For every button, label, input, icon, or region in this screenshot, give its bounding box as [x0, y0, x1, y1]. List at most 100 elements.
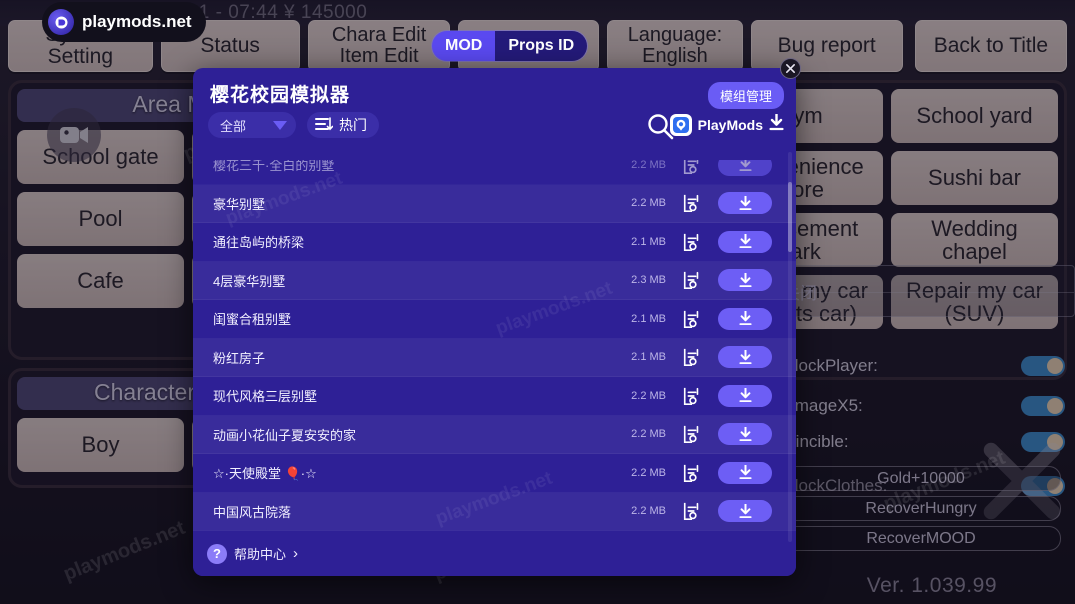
- action-button-gold[interactable]: Gold+10000: [781, 466, 1061, 491]
- playmods-app-chip[interactable]: PlayMods: [669, 112, 784, 136]
- close-icon[interactable]: [780, 58, 801, 79]
- mod-size: 2.2 MB: [631, 389, 666, 402]
- location-button-sushi-bar[interactable]: Sushi bar: [891, 151, 1058, 205]
- playmods-app-icon: [669, 114, 692, 136]
- list-scrollbar[interactable]: [788, 152, 792, 542]
- mod-detail-icon[interactable]: [682, 270, 702, 290]
- table-row[interactable]: 通往岛屿的桥梁 2.1 MB: [193, 223, 796, 262]
- playmods-app-label: PlayMods: [697, 117, 763, 133]
- topbar-button-chara-edit[interactable]: Chara Edit Item Edit: [307, 20, 451, 72]
- mod-detail-icon[interactable]: [682, 309, 702, 329]
- mod-size: 2.3 MB: [631, 274, 666, 287]
- mod-name: 中国风古院落: [213, 504, 292, 520]
- character-option-boy[interactable]: Boy: [17, 418, 184, 472]
- close-overlay-divider: [771, 292, 1074, 293]
- help-question-icon: ?: [207, 543, 227, 564]
- mod-name: ☆·天使殿堂 🎈·☆: [213, 466, 317, 482]
- table-row[interactable]: 粉红房子 2.1 MB: [193, 338, 796, 377]
- toggle-row-unlockplayer[interactable]: UnlockPlayer:: [769, 352, 1069, 380]
- topbar-button-language[interactable]: Language: English: [607, 20, 743, 72]
- table-row[interactable]: 中国风古院落 2.2 MB: [193, 492, 796, 530]
- mod-props-toggle[interactable]: MOD Props ID: [432, 31, 588, 61]
- table-row[interactable]: 动画小花仙子夏安安的家 2.2 MB: [193, 415, 796, 454]
- download-button[interactable]: [718, 269, 772, 292]
- mod-detail-icon[interactable]: [682, 501, 702, 521]
- modal-footer: ? 帮助中心 ›: [193, 530, 796, 576]
- action-button-recover-hungry[interactable]: RecoverHungry: [781, 496, 1061, 521]
- mod-detail-icon[interactable]: [682, 424, 702, 444]
- action-button-recover-mood[interactable]: RecoverMOOD: [781, 526, 1061, 551]
- download-button[interactable]: [718, 192, 772, 215]
- category-dropdown[interactable]: 全部: [208, 112, 296, 138]
- mod-size: 2.2 MB: [631, 466, 666, 479]
- table-row[interactable]: 4层豪华别墅 2.3 MB: [193, 261, 796, 300]
- mod-name: 粉红房子: [213, 350, 266, 366]
- mod-name: 闺蜜合租别墅: [213, 312, 292, 328]
- location-button-cafe[interactable]: Cafe: [17, 254, 184, 308]
- mod-size: 2.2 MB: [631, 158, 666, 171]
- sort-icon: [315, 116, 334, 135]
- sort-label: 热门: [339, 117, 367, 133]
- modal-filter-row: 全部 热门: [208, 112, 379, 138]
- mod-size: 2.1 MB: [631, 312, 666, 325]
- toggle-switch-unlockplayer[interactable]: [1021, 356, 1065, 376]
- sort-button[interactable]: 热门: [307, 112, 379, 138]
- mod-detail-icon[interactable]: [682, 347, 702, 367]
- mod-name: 通往岛屿的桥梁: [213, 235, 305, 251]
- location-button-wedding-chapel[interactable]: Wedding chapel: [891, 213, 1058, 267]
- quick-action-list: Gold+10000 RecoverHungry RecoverMOOD: [781, 466, 1061, 556]
- mod-detail-icon[interactable]: [682, 193, 702, 213]
- camera-icon[interactable]: [47, 108, 101, 162]
- download-button[interactable]: [718, 461, 772, 484]
- table-row[interactable]: 豪华别墅 2.2 MB: [193, 184, 796, 223]
- table-row[interactable]: 现代风格三层别墅 2.2 MB: [193, 377, 796, 416]
- playmods-brand-label: playmods.net: [82, 12, 192, 31]
- mod-name: 豪华别墅: [213, 196, 266, 212]
- topbar-button-chara-edit-label: Chara Edit Item Edit: [331, 24, 427, 67]
- modal-header: 樱花校园模拟器 模组管理 全部 热门 PlayMods: [193, 68, 796, 146]
- topbar-button-bug-report[interactable]: Bug report: [750, 20, 903, 72]
- download-button[interactable]: [718, 307, 772, 330]
- mod-name: 现代风格三层别墅: [213, 389, 318, 405]
- game-version-label: Ver. 1.039.99: [866, 574, 997, 597]
- mod-detail-icon[interactable]: [682, 386, 702, 406]
- mod-size: 2.2 MB: [631, 197, 666, 210]
- mod-size: 2.1 MB: [631, 351, 666, 364]
- playmods-logo-icon: [48, 9, 74, 35]
- mod-size: 2.1 MB: [631, 235, 666, 248]
- download-button[interactable]: [718, 500, 772, 523]
- mod-name: 动画小花仙子夏安安的家: [213, 427, 357, 443]
- chevron-right-icon[interactable]: ›: [293, 545, 298, 562]
- download-button[interactable]: [718, 384, 772, 407]
- mod-browser-modal: 樱花校园模拟器 模组管理 全部 热门 PlayMods 樱花三千·全白的别墅 2…: [193, 68, 796, 576]
- mod-name: 4层豪华别墅: [213, 273, 286, 289]
- table-row[interactable]: ☆·天使殿堂 🎈·☆ 2.2 MB: [193, 454, 796, 493]
- download-arrow-icon[interactable]: [769, 112, 784, 136]
- modal-title: 樱花校园模拟器: [210, 85, 351, 106]
- chevron-down-icon: [273, 118, 287, 133]
- props-id-segment[interactable]: Props ID: [495, 31, 588, 61]
- topbar-button-back-to-title[interactable]: Back to Title: [914, 20, 1068, 72]
- location-button-pool[interactable]: Pool: [17, 192, 184, 246]
- help-center-link[interactable]: 帮助中心: [234, 544, 286, 563]
- scrollbar-thumb[interactable]: [788, 182, 792, 252]
- mod-manage-button[interactable]: 模组管理: [707, 82, 784, 109]
- mod-list[interactable]: 樱花三千·全白的别墅 2.2 MB 豪华别墅 2.2 MB 通往岛屿的桥梁 2.…: [193, 146, 796, 530]
- topbar-button-language-label: Language: English: [627, 24, 723, 67]
- mod-segment[interactable]: MOD: [432, 31, 496, 61]
- download-button[interactable]: [718, 423, 772, 446]
- mod-detail-icon[interactable]: [682, 232, 702, 252]
- mod-size: 2.2 MB: [631, 505, 666, 518]
- close-overlay-strip[interactable]: 关闭: [770, 265, 1075, 317]
- table-row[interactable]: 闺蜜合租别墅 2.1 MB: [193, 300, 796, 339]
- screen-root: y 1 - 07:44 ¥ 145000 System Setting Stat…: [0, 0, 1075, 604]
- mod-detail-icon[interactable]: [682, 463, 702, 483]
- playmods-brand-badge: playmods.net: [42, 2, 206, 42]
- location-button-school-yard[interactable]: School yard: [891, 89, 1058, 143]
- toggle-switch-damagex5[interactable]: [1021, 396, 1065, 416]
- category-dropdown-value: 全部: [220, 118, 247, 134]
- toggle-row-damagex5[interactable]: DamageX5:: [769, 392, 1069, 420]
- download-button[interactable]: [718, 230, 772, 253]
- list-top-mask: [193, 146, 796, 160]
- download-button[interactable]: [718, 346, 772, 369]
